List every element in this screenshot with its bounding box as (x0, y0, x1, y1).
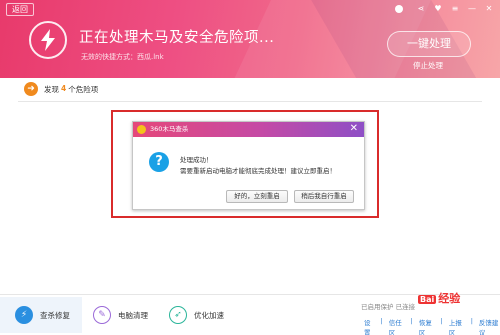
found-prefix: 发现 (44, 84, 59, 94)
one-click-fix-button[interactable]: 一键处理 (387, 31, 471, 57)
broom-icon: ✎ (93, 306, 111, 324)
question-icon: ? (149, 152, 169, 172)
lightning-icon: ⚡ (15, 306, 33, 324)
found-summary-text: 发现 4 个危险项 (44, 84, 98, 95)
baidu-watermark-logo: Bai 经验 (418, 290, 460, 306)
tab-label: 优化加速 (194, 310, 224, 320)
status-dot-icon (395, 5, 403, 13)
found-count: 4 (61, 83, 67, 93)
found-summary: ➜ 发现 4 个危险项 (24, 81, 98, 97)
restart-now-button[interactable]: 好的，立刻重启 (226, 190, 288, 203)
tab-optimize[interactable]: ➶ 优化加速 (169, 297, 224, 333)
feedback-link[interactable]: 反馈建议 (479, 317, 500, 335)
watermark-badge: Bai (418, 295, 437, 304)
dialog-message-body: 需要重新启动电脑才能彻底完成处理！建议立即重启！ (180, 167, 336, 175)
tab-label: 电脑清理 (118, 310, 148, 320)
restore-zone-link[interactable]: 恢复区 (419, 317, 435, 335)
close-icon[interactable]: ✕ (484, 4, 494, 14)
dialog-message-title: 处理成功！ (180, 156, 213, 164)
menu-icon[interactable]: ≡ (450, 4, 460, 14)
rocket-icon: ➶ (169, 306, 187, 324)
back-button[interactable]: 返回 (6, 3, 34, 16)
tab-pc-cleanup[interactable]: ✎ 电脑清理 (93, 297, 148, 333)
page-title: 正在处理木马及安全危险项... (79, 30, 275, 46)
current-item-text: 无效的快捷方式：西瓜.lnk (81, 53, 164, 61)
footer-links: 设置 | 信任区 | 恢复区 | 上报区 | 反馈建议 (364, 317, 500, 335)
tab-label: 查杀修复 (40, 310, 70, 320)
dialog-close-icon[interactable]: ✕ (350, 123, 358, 135)
trust-zone-link[interactable]: 信任区 (389, 317, 405, 335)
report-zone-link[interactable]: 上报区 (449, 317, 465, 335)
minimize-icon[interactable]: — (467, 4, 477, 14)
arrow-icon: ➜ (24, 82, 38, 96)
skin-icon[interactable]: ♥ (433, 4, 443, 14)
settings-link[interactable]: 设置 (364, 317, 375, 335)
share-icon[interactable]: ⋖ (416, 4, 426, 14)
found-suffix: 个危险项 (68, 84, 99, 94)
result-dialog: 360木马查杀 ✕ ? 处理成功！ 需要重新启动电脑才能彻底完成处理！建议立即重… (132, 121, 365, 210)
window-controls: ⋖ ♥ ≡ — ✕ (395, 4, 494, 14)
divider (18, 101, 482, 102)
stop-processing-link[interactable]: 停止处理 (413, 60, 443, 71)
dialog-titlebar: 360木马查杀 ✕ (133, 122, 364, 137)
watermark-text: 经验 (438, 292, 461, 305)
header-banner: 返回 ⋖ ♥ ≡ — ✕ 正在处理木马及安全危险项... 无效的快捷方式：西瓜.… (0, 0, 500, 78)
restart-later-button[interactable]: 稍后我自行重启 (294, 190, 354, 203)
lightning-icon (29, 21, 67, 59)
dialog-title: 360木马查杀 (150, 125, 189, 133)
protection-status: 已启用保护 已连接 (361, 303, 416, 311)
tab-scan-repair[interactable]: ⚡ 查杀修复 (0, 297, 82, 333)
app-logo-icon (137, 125, 146, 134)
